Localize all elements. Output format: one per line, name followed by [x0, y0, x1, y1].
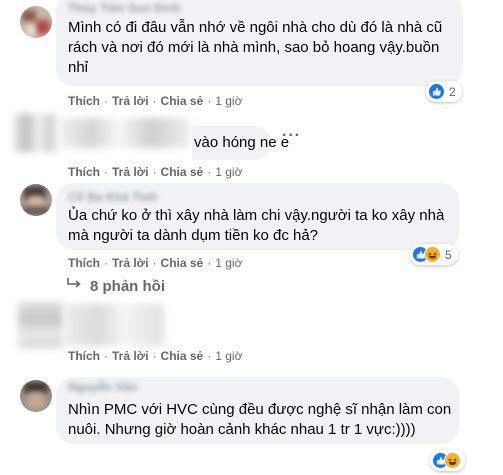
comment-bubble: Nguyễn Văn Nhìn PMC với HVC cùng đều đượ…	[56, 377, 459, 444]
share-button[interactable]: Chia sẻ	[161, 165, 204, 179]
comment-actions: Thích · Trả lời · Chia sẻ · 1 giờ	[68, 256, 242, 270]
comment-text: Mình có đi đâu vẫn nhớ về ngôi nhà cho d…	[68, 19, 443, 76]
avatar[interactable]	[20, 380, 52, 412]
comment-actions: Thích · Trả lời · Chia sẻ · 1 giờ	[68, 165, 242, 179]
comment-author[interactable]	[60, 118, 190, 148]
separator: ·	[104, 165, 108, 179]
comment-bubble: Cô Ba Khả Tình Ủa chứ ko ở thì xây nhà l…	[56, 183, 459, 250]
avatar[interactable]	[18, 302, 64, 348]
reaction-summary[interactable]	[430, 450, 465, 471]
separator: ·	[207, 94, 212, 108]
comment-bubble: Thùy Tiên Son Dinh Mình có đi đâu vẫn nh…	[56, 0, 463, 86]
timestamp[interactable]: 1 giờ	[215, 349, 242, 363]
separator: ·	[152, 165, 157, 179]
like-button[interactable]: Thích	[68, 165, 100, 179]
haha-icon	[444, 452, 461, 469]
reply-arrow-icon	[66, 277, 82, 295]
avatar[interactable]	[14, 114, 58, 152]
replies-count-label: 8 phản hồi	[90, 277, 165, 295]
timestamp[interactable]: 1 giờ	[215, 94, 242, 108]
like-button[interactable]: Thích	[68, 94, 100, 108]
separator: ·	[207, 256, 212, 270]
reaction-summary[interactable]: 2	[426, 81, 462, 102]
separator: ·	[104, 349, 108, 363]
timestamp[interactable]: 1 giờ	[215, 165, 242, 179]
haha-icon	[424, 246, 441, 263]
timestamp[interactable]: 1 giờ	[215, 256, 242, 270]
reply-button[interactable]: Trả lời	[112, 349, 149, 363]
comment-text: Nhìn PMC với HVC cùng đều được nghệ sĩ n…	[68, 401, 452, 438]
separator: ·	[207, 165, 212, 179]
share-button[interactable]: Chia sẻ	[161, 256, 204, 270]
like-button[interactable]: Thích	[68, 349, 100, 363]
comment-actions: Thích · Trả lời · Chia sẻ · 1 giờ	[68, 94, 242, 108]
separator: ·	[152, 349, 157, 363]
separator: ·	[207, 349, 212, 363]
more-options-icon[interactable]: ···	[282, 127, 301, 145]
reply-button[interactable]: Trả lời	[112, 94, 149, 108]
reaction-count: 2	[449, 84, 456, 99]
comment-text: vào hóng ne e	[194, 134, 290, 151]
reply-button[interactable]: Trả lời	[112, 165, 149, 179]
comment-author[interactable]: Cô Ba Khả Tình	[68, 190, 157, 204]
like-icon	[428, 83, 445, 100]
share-button[interactable]: Chia sẻ	[161, 349, 204, 363]
like-button[interactable]: Thích	[68, 256, 100, 270]
avatar[interactable]	[20, 184, 52, 216]
reaction-summary[interactable]: 5	[410, 244, 458, 265]
share-button[interactable]: Chia sẻ	[161, 94, 204, 108]
separator: ·	[104, 256, 108, 270]
separator: ·	[152, 256, 157, 270]
comment-bubble	[64, 304, 164, 346]
avatar[interactable]	[20, 6, 52, 38]
comment-author[interactable]: Thùy Tiên Son Dinh	[68, 1, 180, 15]
comment-text: Ủa chứ ko ở thì xây nhà làm chi vậy.ngườ…	[68, 207, 445, 244]
view-replies-link[interactable]: 8 phản hồi	[66, 277, 165, 295]
separator: ·	[152, 94, 157, 108]
reply-button[interactable]: Trả lời	[112, 256, 149, 270]
comment-bubble: vào hóng ne e	[192, 126, 289, 160]
separator: ·	[104, 94, 108, 108]
reaction-count: 5	[445, 247, 452, 262]
comment-actions: Thích · Trả lời · Chia sẻ · 1 giờ	[68, 349, 242, 363]
comment-author[interactable]: Nguyễn Văn	[68, 380, 137, 394]
